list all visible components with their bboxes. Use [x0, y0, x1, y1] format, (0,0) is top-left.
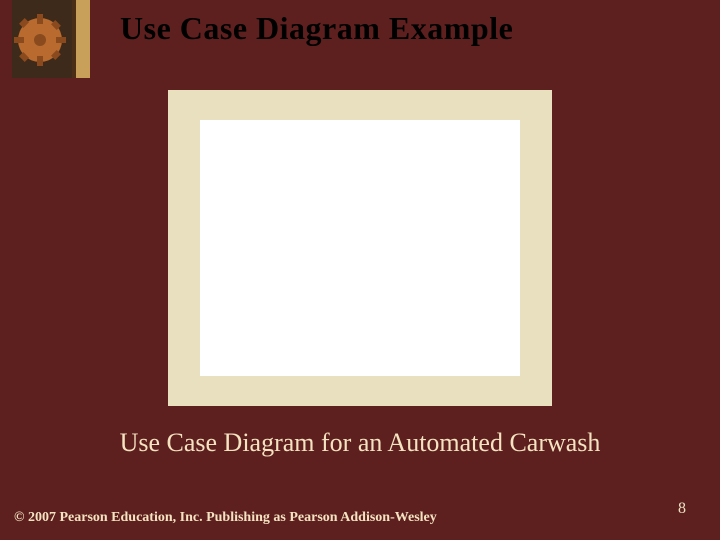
figure-frame — [168, 90, 552, 406]
copyright-text: © 2007 Pearson Education, Inc. Publishin… — [14, 510, 437, 526]
gear-icon — [12, 0, 90, 78]
logo-image — [12, 0, 90, 78]
page-number: 8 — [678, 500, 686, 518]
figure-placeholder — [200, 120, 520, 376]
slide-title: Use Case Diagram Example — [120, 10, 513, 47]
figure-caption: Use Case Diagram for an Automated Carwas… — [0, 428, 720, 458]
